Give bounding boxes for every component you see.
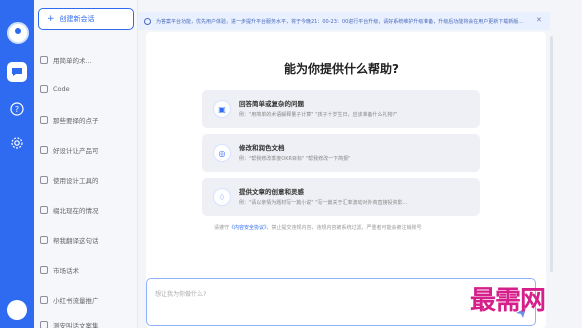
chat-icon <box>40 321 48 328</box>
chat-icon <box>40 85 48 93</box>
notice-banner: 为答案平台功能，优先用户体验，进一步提升平台服务水平，将于今晚21：00-23：… <box>138 12 550 30</box>
history-item[interactable]: 测安叫话文案集 <box>40 320 136 328</box>
card-desc: 例："请以亲情为题材写一篇小说" "写一篇关于汇率波动对外商直接投资影... <box>239 200 408 206</box>
svg-text:?: ? <box>15 105 19 114</box>
suggestion-card[interactable]: ♢ 提供文章的创意和灵感 例："请以亲情为题材写一篇小说" "写一篇关于汇率波动… <box>202 178 480 216</box>
suggestion-card[interactable]: ◎ 修改和润色文档 例："帮我修改季度OKR目标" "帮我修改一下简报" <box>202 134 480 172</box>
bulb-icon: ♢ <box>213 188 231 206</box>
history-item[interactable]: 好设计让产品可 <box>40 145 136 155</box>
card-desc: 例："帮我修改季度OKR目标" "帮我修改一下简报" <box>239 156 351 162</box>
chat-icon <box>40 146 48 154</box>
chat-icon <box>40 206 48 214</box>
chat-icon <box>40 56 48 64</box>
plus-icon: + <box>47 14 55 24</box>
content-safety-link[interactable]: 《内容安全协议》 <box>229 225 267 231</box>
main-area: 为答案平台功能，优先用户体验，进一步提升平台服务水平，将于今晚21：00-23：… <box>138 0 582 328</box>
conversation-sidebar: + 创建新会话 用简单的术... Code 那些要择的点子 好设计让产品可 使用… <box>34 0 138 328</box>
history-item[interactable]: 市场话术 <box>40 265 136 275</box>
history-item[interactable]: 使用设计工具的 <box>40 175 136 185</box>
chat-icon: ▣ <box>213 100 231 118</box>
input-placeholder: 想让我为你做什么? <box>155 291 207 298</box>
chat-icon <box>40 116 48 124</box>
card-title: 回答简单或复杂的问题 <box>239 100 304 108</box>
history-item[interactable]: 用简单的术... <box>40 55 136 65</box>
history-item[interactable]: Code <box>40 85 136 93</box>
page-title: 能为你提供什么帮助? <box>284 62 399 76</box>
info-icon <box>144 17 151 25</box>
disclaimer: 请遵守《内容安全协议》，禁止提交违规内容，违规内容被系统过滤，严重者可能会被注销… <box>214 225 422 231</box>
settings-nav-icon[interactable] <box>8 134 26 152</box>
new-chat-label: 创建新会话 <box>59 15 95 23</box>
chat-icon <box>40 176 48 184</box>
chat-icon <box>40 296 48 304</box>
edit-icon: ◎ <box>213 144 231 162</box>
history-item[interactable]: 那些要择的点子 <box>40 115 136 125</box>
chat-icon <box>40 266 48 274</box>
new-chat-button[interactable]: + 创建新会话 <box>38 8 134 30</box>
app-rail: ? <box>0 0 34 328</box>
card-title: 提供文章的创意和灵感 <box>239 188 304 196</box>
history-item[interactable]: 帮我翻译这句话 <box>40 235 136 245</box>
scrollbar[interactable] <box>550 36 553 272</box>
card-desc: 例："用简单的术语解释量子计算" "孩子十岁生日，应该准备什么礼物?" <box>239 112 398 118</box>
user-bottom-icon[interactable] <box>7 300 27 320</box>
notice-text: 为答案平台功能，优先用户体验，进一步提升平台服务水平，将于今晚21：00-23：… <box>156 18 524 25</box>
close-icon[interactable]: ✕ <box>536 16 542 24</box>
history-item[interactable]: 小红书流量推广 <box>40 295 136 305</box>
chat-nav-icon[interactable] <box>7 62 27 82</box>
chat-icon <box>40 236 48 244</box>
history-item[interactable]: 缀北现在的情况 <box>40 205 136 215</box>
avatar[interactable] <box>7 22 29 44</box>
card-title: 修改和润色文档 <box>239 144 285 152</box>
watermark-logo: 最需网 <box>470 286 546 316</box>
suggestion-card[interactable]: ▣ 回答简单或复杂的问题 例："用简单的术语解释量子计算" "孩子十岁生日，应该… <box>202 90 480 128</box>
help-nav-icon[interactable]: ? <box>8 100 26 118</box>
